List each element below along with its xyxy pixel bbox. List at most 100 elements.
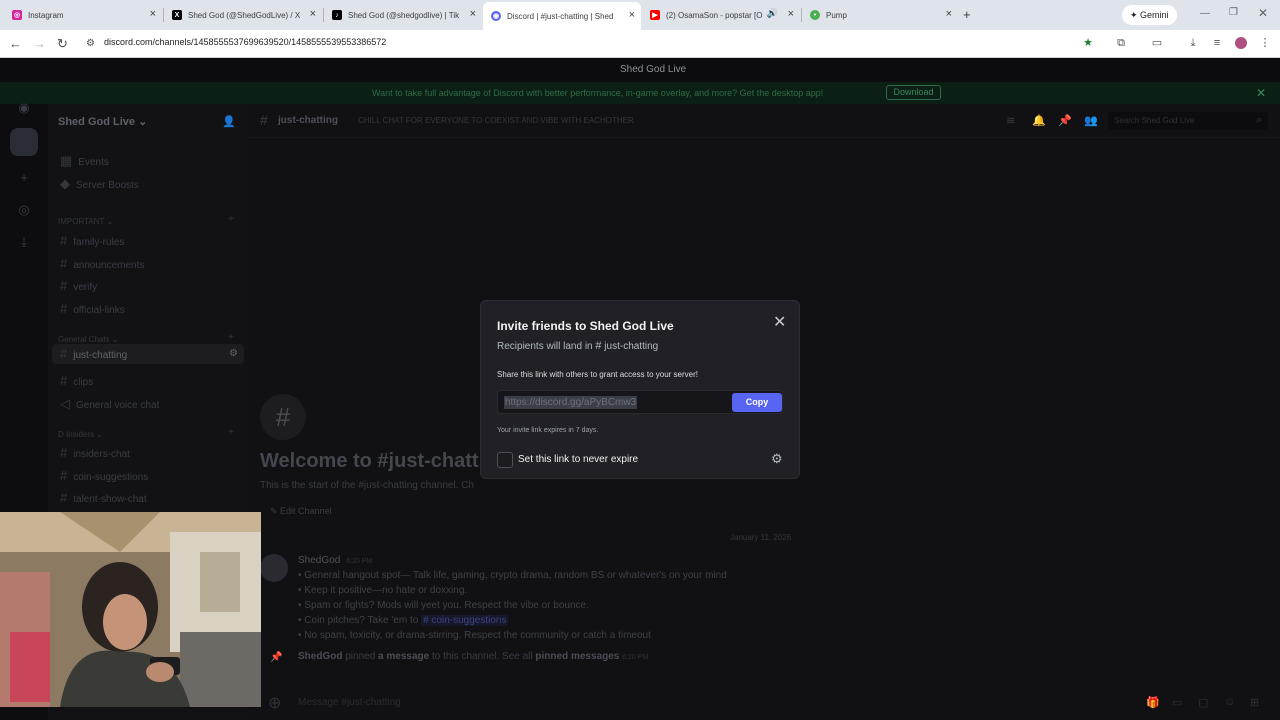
category-general[interactable]: General Chats ⌄ xyxy=(58,335,119,344)
site-info-icon[interactable]: ⚙ xyxy=(86,38,95,49)
sidebar-item-boosts[interactable]: ◆ Server Boosts xyxy=(60,176,139,192)
bookmark-star-icon[interactable]: ★ xyxy=(1082,37,1094,49)
members-icon[interactable]: 👥 xyxy=(1084,114,1098,127)
pin-icon[interactable]: 📌 xyxy=(1058,114,1072,127)
tab-label: Shed God (@shedgodlive) | Tik xyxy=(348,10,460,20)
new-tab-button[interactable]: + xyxy=(963,7,971,22)
threads-icon[interactable]: ≋ xyxy=(1006,114,1015,127)
pinned-notice: ShedGod pinned a message to this channel… xyxy=(298,651,649,662)
tab-instagram[interactable]: ◎ Instagram × xyxy=(4,4,162,26)
channel-just-chatting[interactable]: # just-chatting ⚙ xyxy=(52,344,244,364)
tab-youtube[interactable]: ▶ (2) OsamaSon - popstar [O 🔊 × xyxy=(642,4,800,26)
settings-gear-icon[interactable]: ⚙ xyxy=(229,344,238,364)
add-attachment-icon[interactable]: ⊕ xyxy=(268,693,281,713)
invite-link-field[interactable]: https://discord.gg/aPyBCmw3 Copy xyxy=(497,390,783,414)
apps-icon[interactable]: ⊞ xyxy=(1250,696,1259,709)
maximize-button[interactable]: ❐ xyxy=(1229,7,1238,18)
tab-label: Shed God (@ShedGodLive) / X xyxy=(188,10,301,20)
channel-announcements[interactable]: # announcements xyxy=(60,256,144,271)
channel-header: # just-chatting CHILL CHAT FOR EVERYONE … xyxy=(248,104,1280,138)
bell-icon[interactable]: 🔔 xyxy=(1032,114,1046,127)
pinned-message-link[interactable]: a message xyxy=(378,651,429,662)
tab-tiktok[interactable]: ♪ Shed God (@shedgodlive) | Tik × xyxy=(324,4,482,26)
close-icon[interactable]: × xyxy=(629,9,635,21)
tab-label: Instagram xyxy=(28,10,64,20)
channel-mention[interactable]: # coin-suggestions xyxy=(421,615,509,626)
cast-icon[interactable]: ▭ xyxy=(1151,37,1163,49)
emoji-icon[interactable]: ☺ xyxy=(1224,696,1235,708)
channel-official-links[interactable]: # official-links xyxy=(60,301,125,316)
hash-icon: # xyxy=(60,468,68,483)
menu-icon[interactable]: ⋮ xyxy=(1259,37,1271,49)
channel-clips[interactable]: # clips xyxy=(60,373,93,388)
channel-family-rules[interactable]: # family-rules xyxy=(60,233,124,248)
add-channel-icon[interactable]: + xyxy=(228,332,234,343)
profile-avatar[interactable] xyxy=(1235,37,1247,49)
add-member-icon[interactable]: 👤 xyxy=(222,115,236,128)
speaker-icon[interactable]: 🔊 xyxy=(767,8,778,19)
media-icon[interactable]: ≡ xyxy=(1211,37,1223,49)
channel-insiders-chat[interactable]: # insiders-chat xyxy=(60,445,130,460)
gear-icon[interactable]: ⚙ xyxy=(771,451,783,467)
tab-x[interactable]: X Shed God (@ShedGodLive) / X × xyxy=(164,4,322,26)
tab-label: Discord | #just-chatting | Shed xyxy=(507,11,614,21)
sticker-icon[interactable]: ▢ xyxy=(1198,696,1208,709)
tab-pump[interactable]: • Pump × xyxy=(802,4,958,26)
extensions-icon[interactable]: ⧉ xyxy=(1115,37,1127,49)
instagram-icon: ◎ xyxy=(12,10,22,20)
close-icon[interactable]: × xyxy=(150,8,156,20)
message-composer[interactable]: ⊕ Message #just-chatting 🎁 ▭ ▢ ☺ ⊞ xyxy=(260,690,1270,716)
x-icon: X xyxy=(172,10,182,20)
modal-title: Invite friends to Shed God Live xyxy=(497,319,674,333)
close-icon[interactable]: × xyxy=(788,8,794,20)
pinned-messages-link[interactable]: pinned messages xyxy=(535,651,619,662)
add-channel-icon[interactable]: + xyxy=(228,427,234,438)
channel-topic[interactable]: CHILL CHAT FOR EVERYONE TO COEXIST AND V… xyxy=(358,116,634,125)
never-expire-label[interactable]: Set this link to never expire xyxy=(518,454,638,465)
channel-talent-show-chat[interactable]: # talent-show-chat xyxy=(60,490,147,505)
category-insiders[interactable]: D Insiders ⌄ xyxy=(58,430,103,439)
category-important[interactable]: IMPORTANT ⌄ xyxy=(58,217,113,226)
voice-channel[interactable]: ◁ General voice chat xyxy=(60,396,159,412)
download-button[interactable]: Download xyxy=(886,85,941,100)
add-server-icon[interactable]: + xyxy=(14,168,34,188)
discord-icon: ◉ xyxy=(491,11,501,21)
close-icon[interactable]: × xyxy=(470,8,476,20)
close-icon[interactable]: ✕ xyxy=(1256,86,1266,100)
discord-home-icon[interactable]: ◉ xyxy=(14,98,34,118)
channel-verify[interactable]: # verify xyxy=(60,278,97,293)
back-icon[interactable]: ← xyxy=(9,36,22,51)
server-name[interactable]: Shed God Live ⌄ xyxy=(58,115,147,128)
copy-button[interactable]: Copy xyxy=(732,393,782,412)
server-icon[interactable] xyxy=(10,128,38,156)
speaker-icon: ◁ xyxy=(60,396,70,411)
hash-icon: # xyxy=(60,445,68,460)
gemini-button[interactable]: ✦ Gemini xyxy=(1122,5,1177,25)
webcam-overlay xyxy=(0,512,261,707)
gift-icon[interactable]: 🎁 xyxy=(1146,696,1160,709)
avatar[interactable] xyxy=(260,554,288,582)
close-icon[interactable]: × xyxy=(946,8,952,20)
close-icon[interactable]: × xyxy=(310,8,316,20)
modal-subtitle: Recipients will land in # just-chatting xyxy=(497,340,659,352)
edit-channel-button[interactable]: ✎ Edit Channel xyxy=(270,506,332,517)
window-close-button[interactable]: ✕ xyxy=(1258,6,1268,20)
search-input[interactable]: Search Shed God Live xyxy=(1108,112,1268,130)
add-channel-icon[interactable]: + xyxy=(228,214,234,225)
message-author[interactable]: ShedGod 6:20 PM xyxy=(298,555,372,566)
never-expire-checkbox[interactable] xyxy=(497,452,513,468)
explore-icon[interactable]: ◎ xyxy=(14,200,34,220)
close-icon[interactable]: ✕ xyxy=(773,312,786,332)
download-apps-icon[interactable]: ⤓ xyxy=(14,232,34,252)
minimize-button[interactable]: — xyxy=(1200,8,1210,19)
reload-icon[interactable]: ↻ xyxy=(57,36,68,52)
channel-coin-suggestions[interactable]: # coin-suggestions xyxy=(60,468,148,483)
gif-icon[interactable]: ▭ xyxy=(1172,696,1182,709)
pencil-icon: ✎ xyxy=(270,506,281,516)
invite-link-text[interactable]: https://discord.gg/aPyBCmw3 xyxy=(504,396,638,409)
tab-discord[interactable]: ◉ Discord | #just-chatting | Shed × xyxy=(483,2,641,30)
url-field[interactable]: discord.com/channels/1458555537699639520… xyxy=(104,37,386,47)
download-icon[interactable]: ⤓ xyxy=(1187,37,1199,49)
sidebar-item-events[interactable]: ▦ Events xyxy=(60,153,109,169)
forward-icon[interactable]: → xyxy=(33,36,46,51)
